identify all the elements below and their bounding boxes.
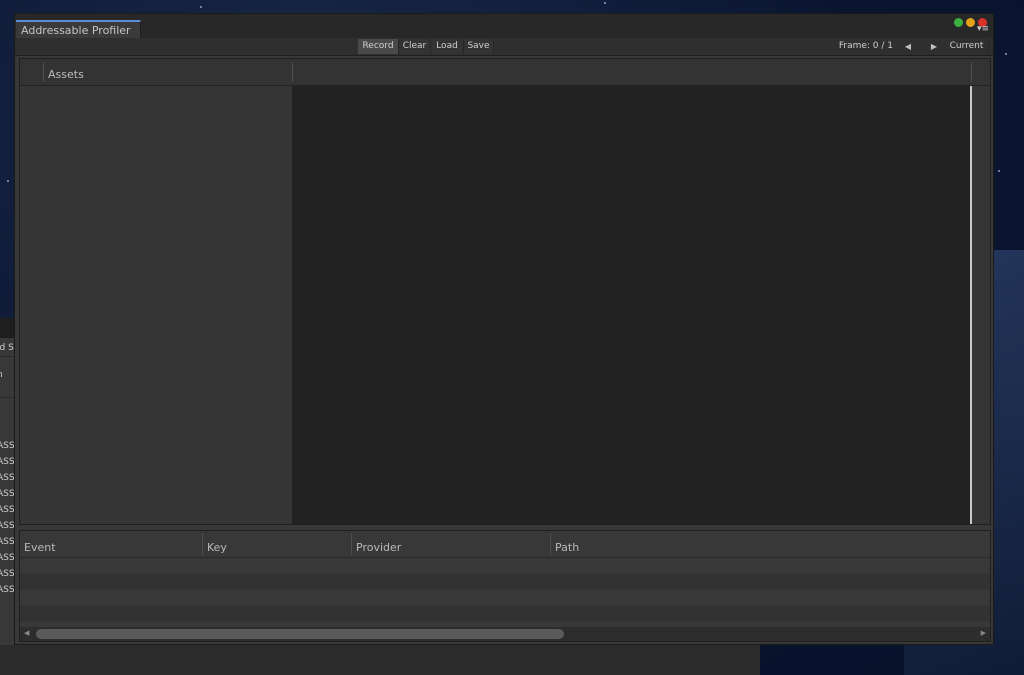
- list-item[interactable]: ASS: [0, 438, 15, 454]
- background-label: n: [0, 367, 15, 383]
- list-item[interactable]: ASS: [0, 518, 15, 534]
- scroll-right-icon[interactable]: ▶: [981, 629, 986, 637]
- scrollbar-thumb[interactable]: [36, 629, 564, 639]
- divider: [971, 62, 972, 82]
- column-event[interactable]: Event: [24, 541, 56, 554]
- list-item[interactable]: ASS: [0, 566, 15, 582]
- current-frame-button[interactable]: Current: [945, 39, 989, 54]
- divider: [0, 356, 15, 357]
- prev-frame-icon[interactable]: ◀: [905, 39, 911, 54]
- assets-header: Assets: [20, 59, 990, 86]
- table-row[interactable]: [20, 590, 990, 606]
- column-divider[interactable]: [202, 533, 203, 555]
- next-frame-icon[interactable]: ▶: [931, 39, 937, 54]
- assets-header-label: Assets: [48, 68, 84, 81]
- profiler-main-panel: Assets: [19, 58, 991, 525]
- list-item[interactable]: ASS: [0, 550, 15, 566]
- events-table: Event Key Provider Path ◀ ▶: [19, 530, 991, 642]
- star: [200, 6, 202, 8]
- list-item[interactable]: ASS: [0, 454, 15, 470]
- toolbar: Record Clear Load Save Frame: 0 / 1 ◀ ▶ …: [15, 38, 993, 56]
- table-row[interactable]: [20, 606, 990, 622]
- vertical-scrollbar[interactable]: [972, 86, 990, 524]
- column-provider[interactable]: Provider: [356, 541, 401, 554]
- list-item[interactable]: ASS: [0, 502, 15, 518]
- star: [7, 180, 9, 182]
- list-item[interactable]: ASS: [0, 470, 15, 486]
- star: [604, 2, 606, 4]
- horizontal-scrollbar[interactable]: ◀ ▶: [20, 627, 990, 641]
- table-header: Event Key Provider Path: [20, 531, 990, 558]
- star: [1005, 53, 1007, 55]
- divider: [292, 62, 293, 82]
- column-path[interactable]: Path: [555, 541, 579, 554]
- window-tab[interactable]: Addressable Profiler: [16, 20, 141, 38]
- clear-button[interactable]: Clear: [399, 39, 431, 54]
- column-key[interactable]: Key: [207, 541, 227, 554]
- background-window: ld S n ASS ASS ASS ASS ASS ASS ASS ASS A…: [0, 318, 15, 645]
- background-window-bottom: [0, 645, 760, 675]
- title-bar: Addressable Profiler ▾≡: [15, 14, 993, 38]
- table-row[interactable]: [20, 574, 990, 590]
- minimize-button[interactable]: [966, 18, 975, 27]
- column-divider[interactable]: [550, 533, 551, 555]
- load-button[interactable]: Load: [431, 39, 464, 54]
- addressable-profiler-window: Addressable Profiler ▾≡ Record Clear Loa…: [14, 13, 994, 645]
- record-button[interactable]: Record: [358, 39, 399, 54]
- scroll-left-icon[interactable]: ◀: [24, 629, 29, 637]
- save-button[interactable]: Save: [464, 39, 494, 54]
- list-item[interactable]: ASS: [0, 486, 15, 502]
- timeline-graph[interactable]: [292, 86, 970, 524]
- background-label: ld S: [0, 343, 14, 353]
- maximize-button[interactable]: [954, 18, 963, 27]
- star: [998, 170, 1000, 172]
- divider: [43, 62, 44, 82]
- frame-counter: Frame: 0 / 1: [838, 41, 893, 51]
- background-window-header: [0, 318, 15, 338]
- list-item[interactable]: ASS: [0, 534, 15, 550]
- column-divider[interactable]: [351, 533, 352, 555]
- window-menu-icon[interactable]: ▾≡: [977, 25, 989, 34]
- list-item[interactable]: ASS: [0, 582, 15, 598]
- assets-tree[interactable]: [20, 86, 292, 524]
- table-row[interactable]: [20, 558, 990, 574]
